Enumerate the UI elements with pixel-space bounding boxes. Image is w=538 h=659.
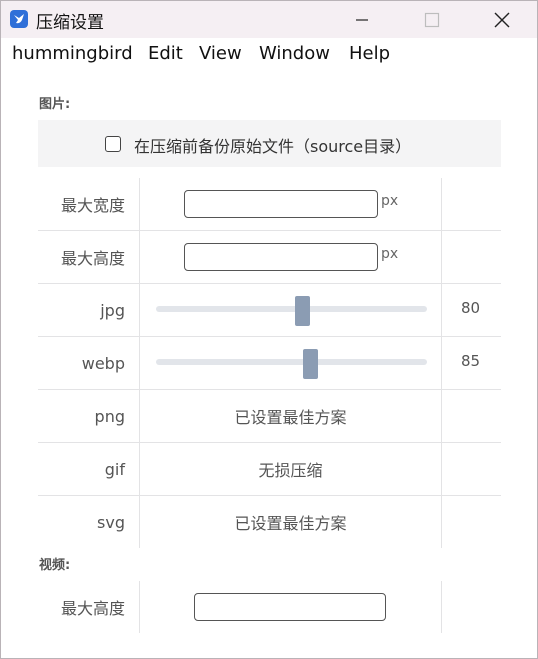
gif-setting-text: 无损压缩 [258, 461, 323, 480]
video-max-height-label: 最大高度 [38, 581, 140, 633]
backup-checkbox[interactable] [105, 136, 121, 152]
backup-checkbox-label[interactable]: 在压缩前备份原始文件（source目录） [134, 133, 411, 157]
svg-row: svg 已设置最佳方案 [38, 496, 501, 548]
webp-label: webp [38, 337, 140, 389]
close-button[interactable] [479, 1, 525, 38]
max-width-input[interactable] [184, 190, 378, 218]
window-title: 压缩设置 [36, 13, 104, 33]
png-setting-text: 已设置最佳方案 [234, 408, 347, 427]
video-max-height-input[interactable] [194, 593, 386, 621]
jpg-slider-thumb[interactable] [295, 296, 311, 326]
settings-window: 压缩设置 hummingbird Edit View Window Help 图… [0, 0, 538, 659]
video-max-height-row: 最大高度 [38, 581, 501, 633]
gif-row: gif 无损压缩 [38, 443, 501, 496]
max-height-input[interactable] [184, 243, 378, 271]
menu-hummingbird[interactable]: hummingbird [12, 43, 133, 64]
svg-setting-text: 已设置最佳方案 [234, 514, 347, 533]
menu-bar: hummingbird Edit View Window Help [1, 38, 537, 70]
title-bar[interactable]: 压缩设置 [1, 1, 537, 38]
max-width-row: 最大宽度 px [38, 178, 501, 231]
webp-quality-value: 85 [461, 352, 481, 370]
png-row: png 已设置最佳方案 [38, 390, 501, 443]
max-height-row: 最大高度 px [38, 231, 501, 284]
gif-label: gif [38, 443, 140, 495]
max-width-unit: px [381, 193, 399, 209]
close-icon [494, 12, 510, 28]
jpg-quality-slider[interactable] [156, 306, 427, 312]
png-label: png [38, 390, 140, 442]
webp-quality-slider[interactable] [156, 359, 427, 365]
video-section-label: 视频: [39, 558, 71, 573]
jpg-quality-value: 80 [461, 299, 481, 317]
image-settings-table: 最大宽度 px 最大高度 px jpg 80 webp 85 png 已设置最佳… [38, 178, 501, 548]
max-height-unit: px [381, 246, 399, 262]
svg-label: svg [38, 496, 140, 548]
image-section-label: 图片: [39, 97, 71, 112]
video-settings-table: 最大高度 [38, 581, 501, 633]
jpg-row: jpg 80 [38, 284, 501, 337]
minimize-icon [356, 19, 368, 21]
jpg-label: jpg [38, 284, 140, 336]
maximize-icon [424, 12, 440, 28]
minimize-button[interactable] [339, 1, 385, 38]
webp-row: webp 85 [38, 337, 501, 390]
menu-edit[interactable]: Edit [148, 43, 183, 64]
menu-help[interactable]: Help [349, 43, 390, 64]
backup-option-row[interactable]: 在压缩前备份原始文件（source目录） [38, 120, 501, 167]
hummingbird-app-icon [10, 10, 28, 28]
max-height-label: 最大高度 [38, 231, 140, 283]
webp-slider-thumb[interactable] [302, 349, 318, 379]
menu-window[interactable]: Window [259, 43, 330, 64]
menu-view[interactable]: View [199, 43, 242, 64]
max-width-label: 最大宽度 [38, 178, 140, 230]
maximize-button[interactable] [409, 1, 455, 38]
